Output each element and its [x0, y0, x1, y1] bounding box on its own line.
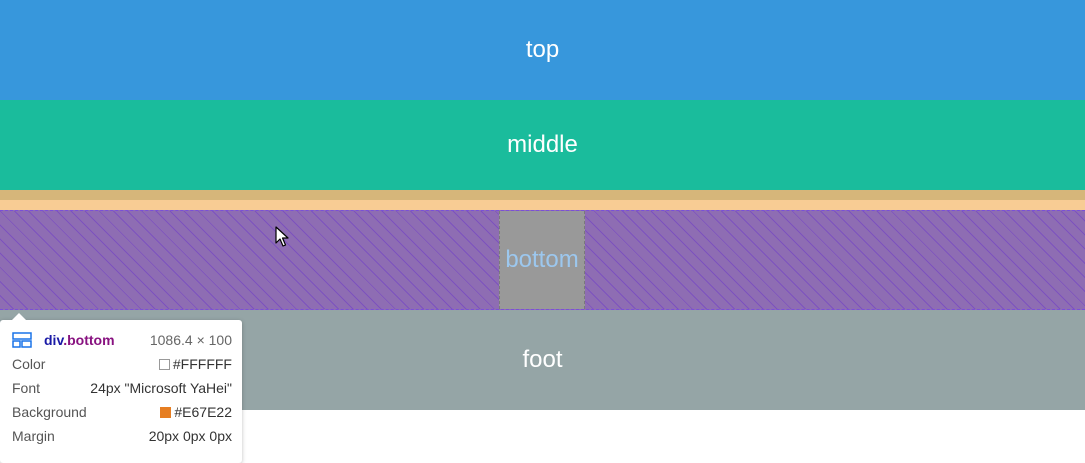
middle-section-label: middle [507, 131, 578, 158]
bottom-section-highlighted[interactable]: bottom [0, 210, 1085, 310]
margin-highlight-lower [0, 200, 1085, 210]
property-row-margin: Margin 20px 0px 0px [12, 424, 232, 448]
property-row-font: Font 24px "Microsoft YaHei" [12, 376, 232, 400]
property-value-text: 24px "Microsoft YaHei" [90, 380, 232, 396]
property-value-text: #E67E22 [174, 404, 232, 420]
tooltip-arrow [12, 313, 26, 320]
property-value: 20px 0px 0px [149, 428, 232, 444]
top-section: top [0, 0, 1085, 100]
color-swatch [160, 406, 172, 418]
property-label: Color [12, 356, 46, 372]
property-value-text: #FFFFFF [172, 356, 232, 372]
mouse-pointer-icon [275, 226, 289, 247]
foot-section-label: foot [522, 346, 563, 373]
color-swatch [158, 358, 170, 370]
margin-highlight-upper [0, 190, 1085, 200]
top-section-label: top [525, 36, 560, 63]
element-tag: div [44, 332, 64, 348]
middle-section: middle [0, 100, 1085, 190]
bottom-content-box: bottom [499, 211, 585, 309]
property-label: Margin [12, 428, 55, 444]
property-value-text: 20px 0px 0px [148, 428, 232, 444]
property-label: Font [12, 380, 41, 396]
property-row-color: Color #FFFFFF [12, 352, 232, 376]
property-value: 24px "Microsoft YaHei" [90, 380, 232, 396]
tooltip-header: div.bottom 1086.4 × 100 [12, 328, 232, 352]
property-row-background: Background #E67E22 [12, 400, 232, 424]
element-selector: div.bottom [44, 332, 115, 348]
property-value: #FFFFFF [158, 356, 232, 372]
flex-container-icon [12, 332, 32, 348]
inspector-tooltip: div.bottom 1086.4 × 100 Color #FFFFFF Fo… [0, 313, 242, 463]
property-label: Background [12, 404, 87, 420]
margin-highlight [0, 190, 1085, 210]
element-dimensions: 1086.4 × 100 [149, 332, 232, 348]
bottom-section-label: bottom [505, 246, 579, 273]
property-value: #E67E22 [160, 404, 232, 420]
element-class: .bottom [63, 332, 115, 348]
